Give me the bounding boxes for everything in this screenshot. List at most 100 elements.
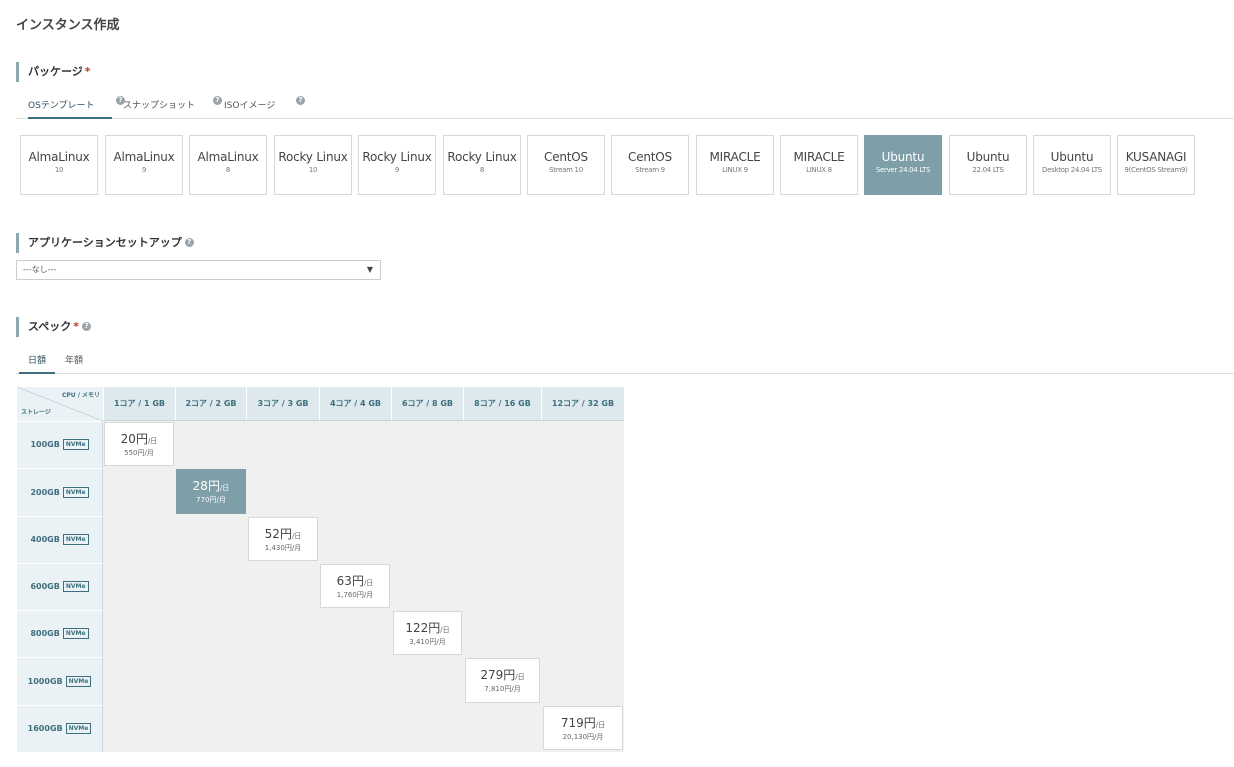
os-version: Stream 10 <box>549 166 583 174</box>
os-option-centos-stream-9[interactable]: CentOS Stream 9 <box>611 135 689 195</box>
app-setup-title: アプリケーションセットアップ <box>28 236 182 249</box>
price-daily: 52円/日 <box>249 525 317 542</box>
tab-yearly[interactable]: 年額 <box>62 350 86 374</box>
column-header-8core: 8コア / 16 GB <box>463 387 541 421</box>
corner-storage-label: ストレージ <box>21 409 51 416</box>
spec-section-title: スペック *? <box>16 317 91 337</box>
os-name: CentOS <box>628 150 672 164</box>
help-icon[interactable]: ? <box>296 96 305 105</box>
spec-billing-tabs: 日額 年額 <box>16 350 1234 374</box>
os-version: 9 <box>141 166 147 174</box>
tab-daily-label: 日額 <box>27 356 46 366</box>
per-day-suffix: /日 <box>363 579 374 587</box>
help-icon[interactable]: ? <box>184 238 194 247</box>
price-option-4core-600gb[interactable]: 63円/日 1,760円/月 <box>320 564 390 608</box>
os-name: AlmaLinux <box>113 150 175 164</box>
os-name: Rocky Linux <box>278 150 348 164</box>
price-daily-amount: 122円 <box>405 621 441 635</box>
os-name: AlmaLinux <box>197 150 259 164</box>
row-header-1600gb: 1600GB NVMe <box>17 705 103 752</box>
price-option-6core-800gb[interactable]: 122円/日 3,410円/月 <box>393 611 462 655</box>
price-monthly: 20,130円/月 <box>562 733 604 741</box>
tab-iso-image-label: ISOイメージ <box>224 101 276 111</box>
os-version: Server 24.04 LTS <box>875 166 931 174</box>
price-monthly: 3,410円/月 <box>409 638 446 646</box>
column-header-6core: 6コア / 8 GB <box>391 387 463 421</box>
os-option-ubuntu-22-04[interactable]: Ubuntu 22.04 LTS <box>949 135 1027 195</box>
nvme-badge: NVMe <box>62 487 89 498</box>
price-daily-amount: 279円 <box>480 668 516 682</box>
column-header-1core: 1コア / 1 GB <box>103 387 175 421</box>
os-version: 10 <box>54 166 64 174</box>
tab-os-template[interactable]: OSテンプレート ? <box>28 95 125 119</box>
price-daily-amount: 28円 <box>192 479 220 493</box>
nvme-badge: NVMe <box>62 581 89 592</box>
os-option-miracle-linux-8[interactable]: MIRACLE LINUX 8 <box>780 135 858 195</box>
corner-cpu-label: CPU / メモリ <box>61 392 100 399</box>
os-name: Rocky Linux <box>362 150 432 164</box>
help-icon[interactable]: ? <box>213 96 222 105</box>
row-header-600gb: 600GB NVMe <box>17 563 103 610</box>
nvme-badge: NVMe <box>65 723 92 734</box>
price-daily: 122円/日 <box>394 619 461 636</box>
help-icon[interactable]: ? <box>82 322 91 331</box>
required-mark: * <box>73 320 79 333</box>
nvme-badge: NVMe <box>65 676 92 687</box>
os-option-miracle-linux-9[interactable]: MIRACLE LINUX 9 <box>696 135 774 195</box>
os-option-centos-stream-10[interactable]: CentOS Stream 10 <box>527 135 605 195</box>
row-header-1000gb: 1000GB NVMe <box>17 657 103 705</box>
price-daily: 719円/日 <box>544 714 622 731</box>
os-version: 8 <box>479 166 485 174</box>
per-day-suffix: /日 <box>440 626 450 634</box>
app-setup-section-title: アプリケーションセットアップ? <box>16 233 194 253</box>
os-version: Stream 9 <box>635 166 665 174</box>
tab-snapshot[interactable]: スナップショット ? <box>123 95 222 119</box>
price-option-12core-1600gb[interactable]: 719円/日 20,130円/月 <box>543 706 623 750</box>
os-option-rockylinux-10[interactable]: Rocky Linux 10 <box>274 135 352 195</box>
column-header-12core: 12コア / 32 GB <box>541 387 624 421</box>
price-daily: 279円/日 <box>466 666 539 683</box>
os-option-almalinux-10[interactable]: AlmaLinux 10 <box>20 135 98 195</box>
nvme-badge: NVMe <box>62 628 89 639</box>
nvme-badge: NVMe <box>62 439 89 450</box>
os-option-rockylinux-8[interactable]: Rocky Linux 8 <box>443 135 521 195</box>
price-option-8core-1000gb[interactable]: 279円/日 7,810円/月 <box>465 658 540 703</box>
tab-iso-image[interactable]: ISOイメージ ? <box>224 95 305 119</box>
storage-size: 800GB <box>30 629 60 638</box>
tab-os-template-label: OSテンプレート <box>28 101 95 111</box>
os-option-rockylinux-9[interactable]: Rocky Linux 9 <box>358 135 436 195</box>
package-tabs: OSテンプレート ? スナップショット ? ISOイメージ ? <box>16 95 1234 119</box>
os-version: 10 <box>308 166 318 174</box>
os-version: Desktop 24.04 LTS <box>1042 166 1102 174</box>
os-option-almalinux-9[interactable]: AlmaLinux 9 <box>105 135 183 195</box>
os-option-almalinux-8[interactable]: AlmaLinux 8 <box>189 135 267 195</box>
price-daily-amount: 20円 <box>120 432 148 446</box>
os-version: LINUX 8 <box>806 166 832 174</box>
package-section-title: パッケージ * <box>16 62 91 82</box>
os-version: LINUX 9 <box>722 166 748 174</box>
os-name: AlmaLinux <box>28 150 90 164</box>
price-daily: 20円/日 <box>105 430 173 447</box>
os-name: MIRACLE <box>793 150 845 164</box>
per-day-suffix: /日 <box>147 437 158 445</box>
price-option-3core-400gb[interactable]: 52円/日 1,430円/月 <box>248 517 318 561</box>
app-setup-select[interactable]: ---なし--- ▼ <box>16 260 381 280</box>
os-name: Ubuntu <box>881 150 925 164</box>
nvme-badge: NVMe <box>62 534 89 545</box>
spec-price-table: CPU / メモリ ストレージ 1コア / 1 GB 2コア / 2 GB 3コ… <box>17 387 624 752</box>
tab-daily[interactable]: 日額 <box>19 350 55 374</box>
price-daily: 28円/日 <box>177 477 245 494</box>
price-monthly: 770円/月 <box>196 496 226 504</box>
price-monthly: 1,760円/月 <box>336 591 374 599</box>
os-version: 8 <box>225 166 231 174</box>
os-version: 22.04 LTS <box>972 166 1004 174</box>
per-day-suffix: /日 <box>291 532 302 540</box>
os-option-ubuntu-server-24-04[interactable]: Ubuntu Server 24.04 LTS <box>864 135 942 195</box>
row-header-100gb: 100GB NVMe <box>17 421 103 468</box>
column-header-2core: 2コア / 2 GB <box>175 387 246 421</box>
os-option-ubuntu-desktop-24-04[interactable]: Ubuntu Desktop 24.04 LTS <box>1033 135 1111 195</box>
price-option-2core-200gb[interactable]: 28円/日 770円/月 <box>176 469 246 514</box>
column-header-4core: 4コア / 4 GB <box>319 387 391 421</box>
price-option-1core-100gb[interactable]: 20円/日 550円/月 <box>104 422 174 466</box>
os-option-kusanagi-9[interactable]: KUSANAGI 9(CentOS Stream9) <box>1117 135 1195 195</box>
